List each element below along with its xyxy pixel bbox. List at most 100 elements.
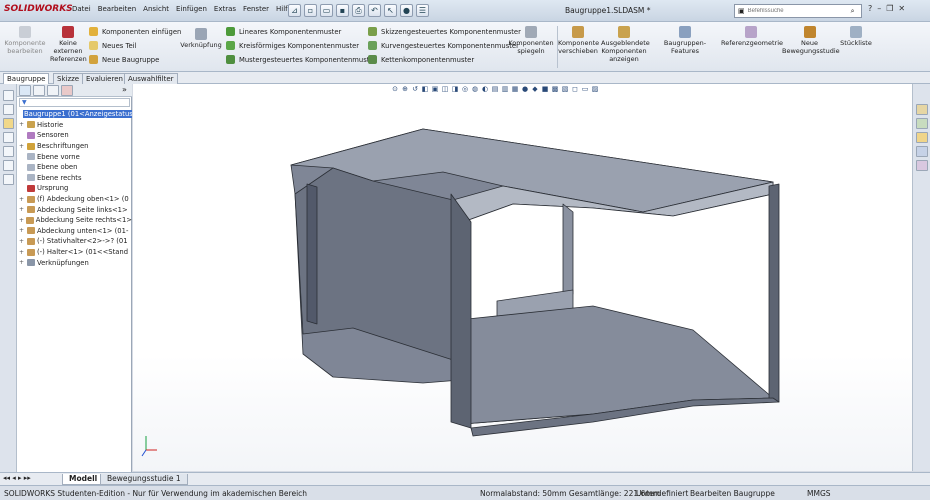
skizzengesteuertes-komponentenmuster-button[interactable]: Skizzengesteuertes Komponentenmuster [368, 27, 521, 36]
options-icon[interactable]: ☰ [416, 4, 429, 17]
solidworks-logo[interactable]: SOLIDWORKS [4, 4, 73, 14]
open-folder-icon[interactable]: ▭ [320, 4, 333, 17]
kreisfoermiges-komponentenmuster-button[interactable]: Kreisförmiges Komponentenmuster [226, 41, 359, 50]
komponenten-einfuegen-button[interactable]: Komponenten einfügen [89, 27, 181, 36]
komponente-verschieben-button[interactable]: Komponente verschieben [558, 26, 599, 55]
tree-expander-icon[interactable]: + [19, 217, 24, 224]
menu-extras[interactable]: Extras [214, 5, 236, 13]
tab-evaluieren[interactable]: Evaluieren [82, 73, 127, 84]
tree-item[interactable]: Ursprung [17, 183, 132, 194]
referenzgeometrie-button[interactable]: Referenzgeometrie [721, 26, 783, 47]
neue-baugruppe-button[interactable]: Neue Baugruppe [89, 55, 159, 64]
baugruppen-features-button[interactable]: Baugruppen-Features [651, 26, 719, 55]
tree-item[interactable]: + Beschriftungen [17, 141, 132, 152]
neues-teil-button[interactable]: Neues Teil [89, 41, 136, 50]
minimize-icon[interactable]: – [877, 4, 881, 13]
tree-filter[interactable]: ▼ [19, 98, 130, 107]
inner-divider-post[interactable] [562, 203, 574, 295]
tree-item[interactable]: Ebene oben [17, 162, 132, 173]
help-icon[interactable]: ? [868, 4, 872, 13]
lineares-komponentenmuster-button[interactable]: Lineares Komponentenmuster [226, 27, 341, 36]
kurvengesteuertes-komponentenmuster-button[interactable]: Kurvengesteuertes Komponentenmuster [368, 41, 519, 50]
select-cursor-icon[interactable]: ↖ [384, 4, 397, 17]
resources-icon[interactable] [916, 104, 928, 115]
tree-expander-icon[interactable]: + [19, 238, 25, 245]
property-manager-tab-icon[interactable] [33, 85, 45, 96]
save-icon[interactable]: ▪ [336, 4, 349, 17]
tree-item[interactable]: + Abdeckung unten<1> (01- [17, 226, 132, 237]
search-icon[interactable]: ⌕ [851, 7, 855, 16]
tree-item[interactable]: + Abdeckung Seite links<1> [17, 204, 132, 215]
menu-ansicht[interactable]: Ansicht [143, 5, 169, 13]
tree-expander-icon[interactable]: + [19, 121, 25, 128]
nav-prev-icon[interactable]: ◂◂ ◂ ▸ ▸▸ [3, 474, 31, 482]
pin-icon[interactable]: ⊿ [288, 4, 301, 17]
tree-item[interactable]: Ebene rechts [17, 173, 132, 184]
tree-item[interactable]: + (-) Stativhalter<2>->? (01 [17, 236, 132, 247]
tab-bewegungsstudie[interactable]: Bewegungsstudie 1 [100, 474, 188, 485]
tree-item[interactable]: + Abdeckung Seite rechts<1> [17, 215, 132, 226]
undo-icon[interactable]: ↶ [368, 4, 381, 17]
tree-item[interactable]: Sensoren [17, 130, 132, 141]
kettenkomponentenmuster-button[interactable]: Kettenkomponentenmuster [368, 55, 474, 64]
feature-manager-tab-icon[interactable] [19, 85, 31, 96]
view-palette-icon[interactable] [916, 146, 928, 157]
sketch-icon[interactable] [3, 118, 14, 129]
neue-bewegungsstudie-button[interactable]: Neue Bewegungsstudie [782, 26, 840, 55]
search-input[interactable] [747, 6, 848, 16]
tree-item[interactable]: + Verknüpfungen [17, 257, 132, 268]
mirror-icon[interactable] [3, 174, 14, 185]
new-document-icon[interactable]: ▫ [304, 4, 317, 17]
front-edge-post[interactable] [450, 193, 472, 429]
design-library-icon[interactable] [916, 118, 928, 129]
rotate-icon[interactable] [3, 104, 14, 115]
reference-geometry-icon [745, 26, 757, 38]
komponenten-spiegeln-button[interactable]: Komponenten spiegeln [508, 26, 554, 55]
tree-expander-icon[interactable]: + [19, 227, 25, 234]
tab-auswahlfilter[interactable]: Auswahlfilter [124, 73, 178, 84]
tree-expander-icon[interactable]: + [19, 249, 25, 256]
trim-icon[interactable] [3, 160, 14, 171]
tree-item[interactable]: + (-) Halter<1> (01<<Stand [17, 247, 132, 258]
komponente-bearbeiten-button[interactable]: Komponente bearbeiten [3, 26, 47, 55]
menu-fenster[interactable]: Fenster [243, 5, 269, 13]
expand-panel-icon[interactable]: » [122, 85, 127, 94]
tree-item[interactable]: + (f) Abdeckung oben<1> (0 [17, 194, 132, 205]
tree-item[interactable]: Ebene vorne [17, 151, 132, 162]
ausgeblendete-komponenten-anzeigen-button[interactable]: Ausgeblendete Komponenten anzeigen [601, 26, 650, 63]
rebuild-icon[interactable]: ● [400, 4, 413, 17]
tree-item[interactable]: + Historie [17, 120, 132, 131]
right-edge-post[interactable] [768, 183, 780, 403]
komponenten-einfuegen-label: Komponenten einfügen [102, 27, 182, 36]
zoom-icon[interactable] [3, 90, 14, 101]
tree-expander-icon[interactable]: + [19, 143, 25, 150]
tree-expander-icon[interactable]: + [19, 196, 25, 203]
display-manager-tab-icon[interactable] [61, 85, 73, 96]
status-units[interactable]: MMGS [807, 489, 831, 498]
appearances-icon[interactable] [916, 160, 928, 171]
menu-einfuegen[interactable]: Einfügen [176, 5, 207, 13]
print-icon[interactable]: ⎙ [352, 4, 365, 17]
tab-skizze[interactable]: Skizze [53, 73, 84, 84]
mustergesteuertes-komponentenmuster-button[interactable]: Mustergesteuertes Komponentenmuster [226, 55, 376, 64]
tree-expander-icon[interactable]: + [19, 259, 25, 266]
keine-externen-referenzen-button[interactable]: Keine externen Referenzen [50, 26, 87, 63]
dimension-icon[interactable] [3, 132, 14, 143]
menu-datei[interactable]: Datei [72, 5, 91, 13]
tab-modell[interactable]: Modell [62, 474, 105, 485]
verknuepfung-button[interactable]: Verknüpfung [180, 28, 222, 49]
tree-expander-icon[interactable]: + [19, 206, 25, 213]
front-left-wall[interactable] [294, 167, 454, 361]
stueckliste-button[interactable]: Stückliste [838, 26, 874, 47]
tree-item[interactable]: Baugruppe1 (01<Anzeigestatus> [17, 109, 132, 120]
tab-baugruppe[interactable]: Baugruppe [3, 73, 50, 84]
file-explorer-icon[interactable] [916, 132, 928, 143]
restore-icon[interactable]: ❐ [886, 4, 893, 13]
close-icon[interactable]: ✕ [898, 4, 905, 13]
menu-bearbeiten[interactable]: Bearbeiten [98, 5, 136, 13]
assembly-model-view[interactable] [133, 84, 912, 471]
graphics-area[interactable]: ⊙ ⊕ ↺ ◧ ▣ ◫ ◨ ◎ ◍ ◐ ▤ ▥ ▦ ● ◆ ■ ▩ ▧ ◻ ▭ … [133, 84, 912, 471]
configuration-manager-tab-icon[interactable] [47, 85, 59, 96]
relation-icon[interactable] [3, 146, 14, 157]
new-assembly-icon [89, 55, 98, 64]
